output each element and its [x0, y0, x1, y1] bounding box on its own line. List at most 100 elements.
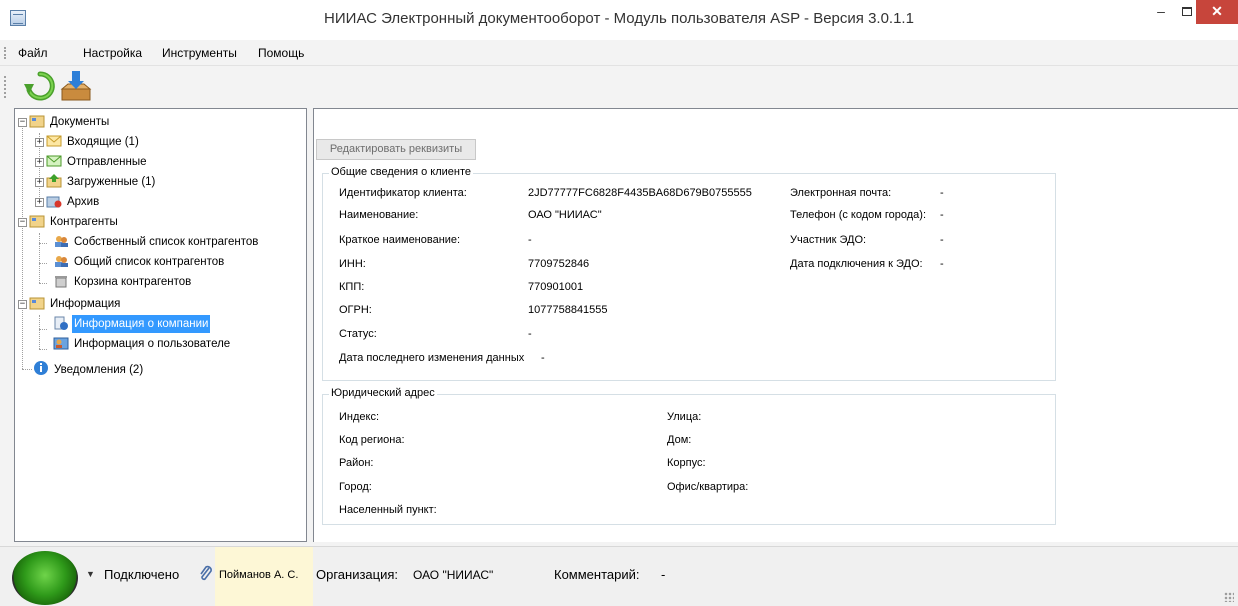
name-label: Наименование:	[339, 209, 419, 221]
tree-node-own-contractors[interactable]: Собственный список контрагентов	[53, 233, 260, 251]
trash-bin-icon	[53, 274, 69, 288]
collapse-contractors-toggle[interactable]: −	[18, 218, 27, 227]
tree-connector	[39, 329, 47, 330]
tree-connector	[39, 263, 47, 264]
street-label: Улица:	[667, 411, 702, 423]
email-value: -	[940, 187, 944, 199]
status-label: Статус:	[339, 328, 377, 340]
collapse-documents-toggle[interactable]: −	[18, 118, 27, 127]
upload-folder-icon	[46, 174, 62, 188]
tree-connector	[39, 243, 47, 244]
folder-icon	[29, 214, 45, 228]
tree-node-incoming[interactable]: Входящие (1)	[46, 133, 141, 151]
tree-connector	[39, 349, 47, 350]
building-label: Корпус:	[667, 457, 706, 469]
company-info-icon	[53, 316, 69, 330]
edo-date-label: Дата подключения к ЭДО:	[790, 258, 923, 270]
edo-member-value: -	[940, 234, 944, 246]
menu-grip	[4, 47, 6, 59]
title-bar: НИИАС Электронный документооборот - Моду…	[0, 0, 1238, 40]
last-change-label: Дата последнего изменения данных	[339, 352, 525, 364]
close-button[interactable]: ✕	[1196, 0, 1238, 24]
short-name-label: Краткое наименование:	[339, 234, 461, 246]
maximize-icon	[1182, 7, 1192, 16]
inn-label: ИНН:	[339, 258, 366, 270]
expand-uploaded-toggle[interactable]: +	[35, 178, 44, 187]
short-name-value: -	[528, 234, 532, 246]
expand-sent-toggle[interactable]: +	[35, 158, 44, 167]
menu-bar: Файл Настройка Инструменты Помощь	[0, 40, 1238, 66]
receive-documents-button[interactable]	[60, 70, 92, 102]
phone-value: -	[940, 209, 944, 221]
contacts-icon	[53, 234, 69, 248]
client-id-label: Идентификатор клиента:	[339, 187, 467, 199]
status-bar: ▼ Подключено Пойманов А. С. Организация:…	[0, 546, 1238, 606]
comment-label: Комментарий:	[554, 567, 640, 582]
legal-address-title: Юридический адрес	[329, 387, 437, 399]
current-user: Пойманов А. С.	[219, 569, 299, 581]
tree-connector	[39, 233, 40, 283]
info-circle-icon	[33, 360, 49, 375]
edo-member-label: Участник ЭДО:	[790, 234, 867, 246]
district-label: Район:	[339, 457, 374, 469]
refresh-icon	[24, 71, 55, 101]
inn-value: 7709752846	[528, 258, 590, 270]
menu-tools[interactable]: Инструменты	[162, 46, 237, 60]
menu-settings[interactable]: Настройка	[83, 46, 142, 60]
tree-node-documents[interactable]: Документы	[29, 113, 111, 131]
expand-archive-toggle[interactable]: +	[35, 198, 44, 207]
tree-node-common-contractors[interactable]: Общий список контрагентов	[53, 253, 226, 271]
city-label: Город:	[339, 481, 372, 493]
settlement-label: Населенный пункт:	[339, 504, 437, 516]
region-code-label: Код региона:	[339, 434, 405, 446]
ogrn-label: ОГРН:	[339, 304, 372, 316]
menu-help[interactable]: Помощь	[258, 46, 304, 60]
last-change-value: -	[541, 352, 545, 364]
connection-status: Подключено	[104, 567, 180, 582]
tree-connector	[22, 369, 32, 370]
resize-grip[interactable]	[1224, 592, 1234, 602]
tree-node-user-info[interactable]: Информация о пользователе	[53, 335, 232, 353]
organization-value: ОАО "НИИАС"	[413, 568, 494, 582]
expand-incoming-toggle[interactable]: +	[35, 138, 44, 147]
tree-node-information[interactable]: Информация	[29, 295, 122, 313]
connection-indicator-icon[interactable]	[12, 551, 78, 605]
tree-node-contractors-bin[interactable]: Корзина контрагентов	[53, 273, 193, 291]
house-label: Дом:	[667, 434, 692, 446]
tree-connector	[39, 315, 40, 349]
status-value: -	[528, 328, 532, 340]
phone-label: Телефон (с кодом города):	[790, 209, 927, 221]
tree-node-notifications[interactable]: Уведомления (2)	[33, 360, 145, 378]
folder-icon	[29, 296, 45, 310]
name-value: ОАО "НИИАС"	[528, 209, 602, 221]
window-title: НИИАС Электронный документооборот - Моду…	[324, 10, 914, 27]
general-info-group: Общие сведения о клиенте	[322, 166, 1056, 381]
envelope-sent-icon	[46, 154, 62, 168]
tree-node-uploaded[interactable]: Загруженные (1)	[46, 173, 157, 191]
toolbar-grip	[4, 76, 6, 98]
client-id-value: 2JD77777FC6828F4435BA68D679B0755555	[528, 187, 752, 199]
paperclip-icon	[200, 565, 212, 581]
refresh-button[interactable]	[24, 70, 56, 102]
general-info-title: Общие сведения о клиенте	[329, 166, 473, 178]
download-inbox-icon	[60, 71, 92, 101]
index-label: Индекс:	[339, 411, 380, 423]
edit-requisites-button[interactable]: Редактировать реквизиты	[316, 139, 476, 160]
user-card-icon	[53, 336, 69, 350]
menu-file[interactable]: Файл	[18, 46, 48, 60]
archive-icon	[46, 194, 62, 208]
tree-node-contractors[interactable]: Контрагенты	[29, 213, 120, 231]
tree-connector	[39, 283, 47, 284]
tree-node-archive[interactable]: Архив	[46, 193, 101, 211]
tree-node-sent[interactable]: Отправленные	[46, 153, 149, 171]
navigation-tree[interactable]: − Документы + Входящие (1) + Отправленны…	[14, 108, 307, 542]
edo-date-value: -	[940, 258, 944, 270]
tree-node-company-info[interactable]: Информация о компании	[53, 315, 211, 333]
collapse-information-toggle[interactable]: −	[18, 300, 27, 309]
kpp-value: 770901001	[528, 281, 584, 293]
office-label: Офис/квартира:	[667, 481, 749, 493]
kpp-label: КПП:	[339, 281, 365, 293]
chevron-down-icon[interactable]: ▼	[86, 569, 95, 579]
folder-icon	[29, 114, 45, 128]
organization-label: Организация:	[316, 567, 399, 582]
